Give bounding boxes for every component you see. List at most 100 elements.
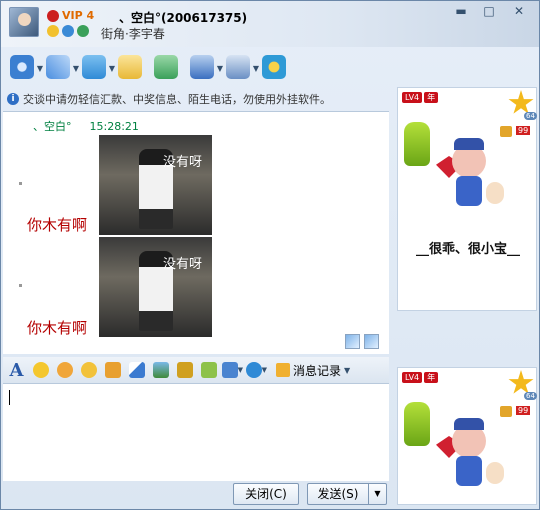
main-toolbar: ▼ ▼ ▼ ▼ ▼ [5,49,291,85]
music-button[interactable] [174,360,195,380]
font-button[interactable]: A [6,360,27,381]
qzone-button[interactable] [257,52,291,82]
send-file-button[interactable]: ▼ [77,52,115,82]
photo-caption: 没有呀 [163,155,203,170]
close-button[interactable]: 关闭(C) [233,483,299,505]
text-caret [9,390,10,405]
doodle-button[interactable] [126,360,147,380]
history-icon [276,363,290,377]
image-button[interactable] [150,360,171,380]
message-sender: 、空白° [33,120,72,133]
gift-button[interactable] [198,360,219,380]
avatar-show-figure [434,138,508,216]
shake-icon [104,362,121,378]
minimize-button[interactable]: ▬ [449,3,473,19]
screenshot-button[interactable]: ▼ [222,360,243,380]
badge-99: 99 [516,126,531,135]
qzone-icon [262,55,286,79]
doodle-face-icon [80,362,97,378]
screenshot-view-icon[interactable] [345,334,360,349]
chat-window: VIP 4 、空白°(200617375) 街角·李宇春 ▬ □ ✕ ▼ ▼ ▼… [0,0,540,510]
message-input[interactable] [3,383,389,481]
microphone-icon [46,55,70,79]
image-view-icon[interactable] [364,334,379,349]
send-button[interactable]: 发送(S) [307,483,369,505]
figure-body [456,176,482,206]
vip-label: VIP 4 [62,9,95,22]
voice-call-button[interactable]: ▼ [41,52,79,82]
bullet [19,182,22,185]
speaker-icon[interactable] [500,406,512,417]
avatar-show-figure [434,418,508,496]
payment-icon [246,362,262,378]
figure-hat [454,138,484,150]
mobile-status-icon[interactable] [77,25,89,37]
shake-button[interactable] [102,360,123,380]
title-bar: VIP 4 、空白°(200617375) 街角·李宇春 ▬ □ ✕ [1,1,539,47]
remote-assist-button[interactable]: ▼ [185,52,223,82]
contact-nickname: 、空白°(200617375) [119,11,248,25]
payment-button[interactable]: ▼ [246,360,267,380]
info-icon: i [7,93,19,105]
security-notice: i 交谈中请勿轻信汇款、中奖信息、陌生电话，勿使用外挂软件。 [7,90,389,108]
red-caption: 你木有啊 [27,319,88,337]
message-history-button[interactable]: 消息记录 ▼ [276,362,350,379]
music-icon [176,362,193,378]
doodle-emoji-button[interactable] [78,360,99,380]
avatar[interactable] [9,7,39,37]
video-call-button[interactable]: ▼ [5,52,43,82]
level-badge: LV4 年 [402,92,439,103]
image-message[interactable]: 没有呀 [99,237,212,337]
figure-hat [454,418,484,430]
apps-button[interactable]: ▼ [221,52,259,82]
contact-show-panel[interactable]: LV4 年 64 99 __很乖、很小宝__ [397,87,537,311]
smiley-icon [32,362,49,378]
emoji-button[interactable] [30,360,51,380]
chat-corner-tools [345,334,379,349]
signature: 街角·李宇春 [101,27,165,41]
red-caption: 你木有啊 [27,216,88,234]
potion-bottle-icon [404,402,430,446]
badge-99: 99 [516,406,531,415]
star-count: 64 [524,392,537,400]
message-header: 、空白° 15:28:21 [33,118,139,134]
chevron-down-icon[interactable]: ▼ [262,366,267,374]
maximize-button[interactable]: □ [477,3,501,19]
screenshot-icon [222,362,238,378]
show-text: __很乖、很小宝__ [415,242,520,257]
year-label: 年 [424,372,439,383]
pen-icon [128,362,145,378]
level-label: LV4 [402,372,423,383]
image-message[interactable]: 没有呀 [99,135,212,235]
magic-face-icon [56,362,73,378]
add-group-icon [154,55,178,79]
pet-icon [486,182,504,204]
sms-icon [118,55,142,79]
year-label: 年 [424,92,439,103]
send-sms-button[interactable] [113,52,147,82]
gift-icon [200,362,217,378]
bullet [19,284,22,287]
photo-caption: 没有呀 [163,257,203,272]
qzone-status-icon[interactable] [62,25,74,37]
vip-icon [47,10,59,22]
apps-icon [226,55,250,79]
status-icons [47,25,89,37]
create-discussion-button[interactable] [149,52,183,82]
chevron-down-icon[interactable]: ▼ [238,366,243,374]
send-options-button[interactable]: ▼ [368,483,387,505]
chevron-down-icon[interactable]: ▼ [344,366,350,375]
self-show-panel[interactable]: LV4 年 64 99 [397,367,537,505]
chat-history[interactable]: 、空白° 15:28:21 没有呀 你木有啊 没有呀 你木有啊 [3,111,389,354]
level-label: LV4 [402,92,423,103]
magic-emoji-button[interactable] [54,360,75,380]
message-time: 15:28:21 [89,120,139,133]
webcam-icon [10,55,34,79]
star-status-icon[interactable] [47,25,59,37]
pet-icon [486,462,504,484]
notice-text: 交谈中请勿轻信汇款、中奖信息、陌生电话，勿使用外挂软件。 [23,93,331,106]
close-window-button[interactable]: ✕ [507,3,531,19]
speaker-icon[interactable] [500,126,512,137]
picture-icon [152,362,169,378]
history-label: 消息记录 [293,363,342,378]
